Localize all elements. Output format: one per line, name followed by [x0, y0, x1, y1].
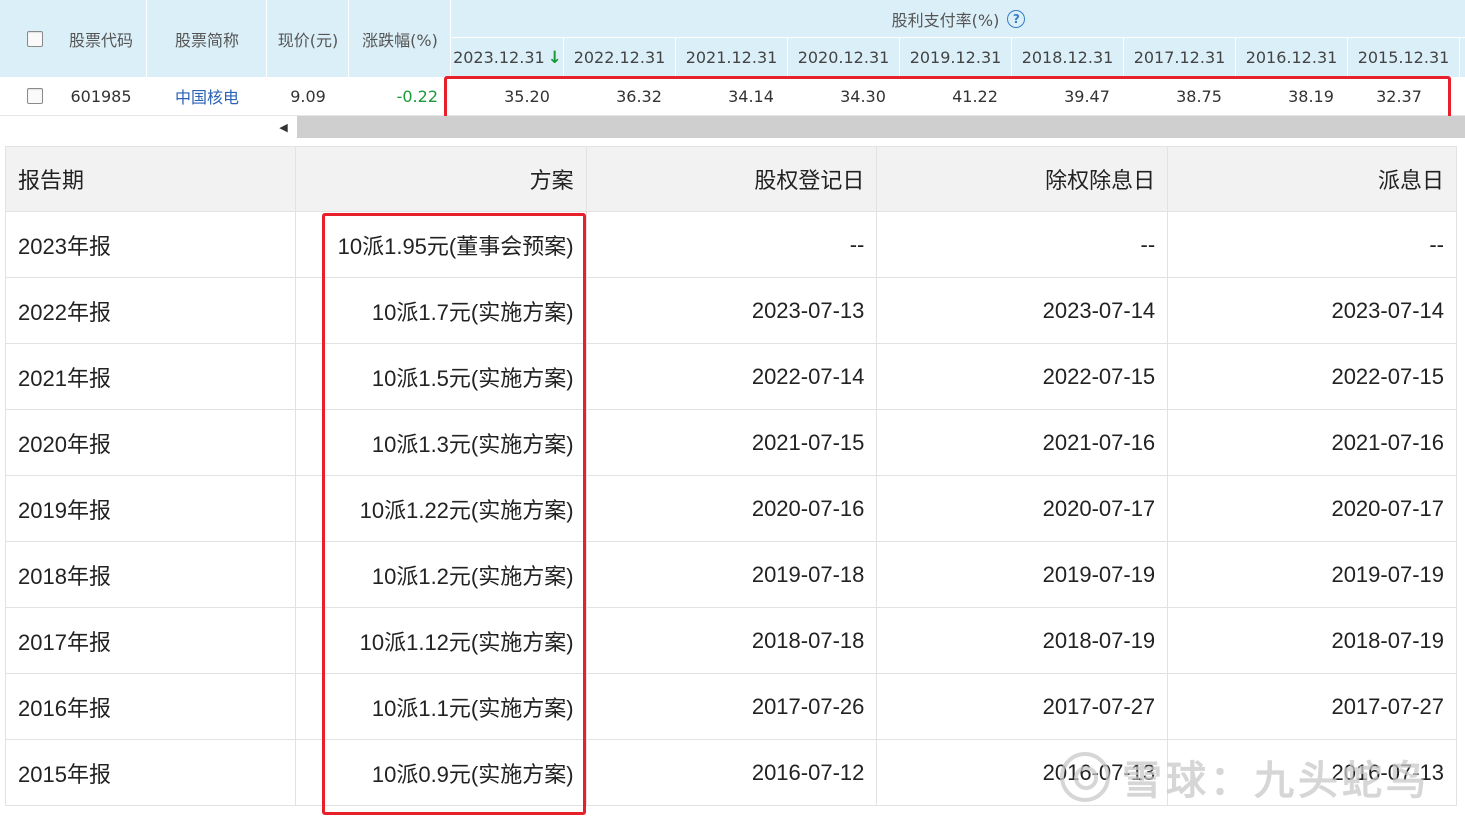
- table-row: 2019年报 10派1.22元(实施方案) 2020-07-16 2020-07…: [5, 475, 1457, 542]
- report-period: 2015年报: [5, 739, 296, 806]
- payout-2015: 32.37: [1376, 86, 1422, 106]
- dividend-plan: 10派1.12元(实施方案): [294, 607, 587, 674]
- record-date: 2018-07-18: [585, 607, 878, 674]
- dividend-plan: 10派1.1元(实施方案): [294, 673, 587, 740]
- table-row: 2020年报 10派1.3元(实施方案) 2021-07-15 2021-07-…: [5, 409, 1457, 476]
- header-report-period: 报告期: [5, 146, 296, 212]
- header-year-2017[interactable]: 2017.12.31: [1124, 38, 1235, 77]
- ex-date: 2022-07-15: [876, 343, 1169, 410]
- stock-code: 601985: [70, 86, 132, 106]
- record-date: 2021-07-15: [585, 409, 878, 476]
- dividend-plan: 10派1.5元(实施方案): [294, 343, 587, 410]
- report-period: 2019年报: [5, 475, 296, 542]
- header-year-2023[interactable]: 2023.12.31 ↓: [452, 38, 563, 77]
- pay-date: 2022-07-15: [1167, 343, 1457, 410]
- sort-desc-icon: ↓: [547, 47, 562, 68]
- table-row: 2015年报 10派0.9元(实施方案) 2016-07-12 2016-07-…: [5, 739, 1457, 806]
- header-year-2019[interactable]: 2019.12.31: [900, 38, 1011, 77]
- header-payout-group: 股利支付率(%) ?: [452, 0, 1465, 37]
- header-year-2021[interactable]: 2021.12.31: [676, 38, 787, 77]
- dividend-plan: 10派1.2元(实施方案): [294, 541, 587, 608]
- ex-date: 2016-07-13: [876, 739, 1169, 806]
- dividend-plan: 10派1.7元(实施方案): [294, 277, 587, 344]
- dividend-plan: 10派1.3元(实施方案): [294, 409, 587, 476]
- table-row: 2021年报 10派1.5元(实施方案) 2022-07-14 2022-07-…: [5, 343, 1457, 410]
- pay-date: 2019-07-19: [1167, 541, 1457, 608]
- year-label: 2023.12.31: [453, 48, 545, 67]
- record-date: 2016-07-12: [585, 739, 878, 806]
- report-period: 2016年报: [5, 673, 296, 740]
- pay-date: 2016-07-13: [1167, 739, 1457, 806]
- header-ex-date: 除权除息日: [876, 146, 1169, 212]
- scroll-left-icon[interactable]: ◀: [270, 116, 297, 138]
- header-pay-date: 派息日: [1167, 146, 1457, 212]
- report-period: 2017年报: [5, 607, 296, 674]
- report-period: 2020年报: [5, 409, 296, 476]
- header-price[interactable]: 现价(元): [268, 0, 348, 77]
- header-year-2020[interactable]: 2020.12.31: [788, 38, 899, 77]
- horizontal-scrollbar[interactable]: ◀: [270, 116, 1465, 138]
- report-period: 2023年报: [5, 211, 296, 278]
- record-date: 2020-07-16: [585, 475, 878, 542]
- table-row: 2017年报 10派1.12元(实施方案) 2018-07-18 2018-07…: [5, 607, 1457, 674]
- record-date: --: [585, 211, 878, 278]
- header-year-2018[interactable]: 2018.12.31: [1012, 38, 1123, 77]
- record-date: 2022-07-14: [585, 343, 878, 410]
- pay-date: 2021-07-16: [1167, 409, 1457, 476]
- table-row: 2023年报 10派1.95元(董事会预案) -- -- --: [5, 211, 1457, 278]
- table-row: 2018年报 10派1.2元(实施方案) 2019-07-18 2019-07-…: [5, 541, 1457, 608]
- header-plan: 方案: [294, 146, 587, 212]
- row-checkbox[interactable]: [27, 88, 43, 104]
- header-year-2015[interactable]: 2015.12.31: [1348, 38, 1459, 77]
- report-period: 2022年报: [5, 277, 296, 344]
- ex-date: 2019-07-19: [876, 541, 1169, 608]
- help-icon[interactable]: ?: [1007, 9, 1026, 28]
- dividend-plan: 10派1.95元(董事会预案): [294, 211, 587, 278]
- dividend-plan: 10派1.22元(实施方案): [294, 475, 587, 542]
- header-year-2022[interactable]: 2022.12.31: [564, 38, 675, 77]
- header-stock-name[interactable]: 股票简称: [148, 0, 266, 77]
- stock-name-link[interactable]: 中国核电: [148, 77, 266, 115]
- table-row: 2022年报 10派1.7元(实施方案) 2023-07-13 2023-07-…: [5, 277, 1457, 344]
- header-stock-code[interactable]: 股票代码: [56, 0, 146, 77]
- pay-date: 2017-07-27: [1167, 673, 1457, 740]
- ex-date: 2017-07-27: [876, 673, 1169, 740]
- screener-table: 股票代码 股票简称 现价(元) 涨跌幅(%) 股利支付率(%) ? 2023.1…: [0, 0, 1465, 140]
- dividend-header-row: 报告期 方案 股权登记日 除权除息日 派息日: [5, 146, 1457, 212]
- screener-header: 股票代码 股票简称 现价(元) 涨跌幅(%) 股利支付率(%) ? 2023.1…: [0, 0, 1465, 77]
- dividend-plan: 10派0.9元(实施方案): [294, 739, 587, 806]
- header-year-2016[interactable]: 2016.12.31: [1236, 38, 1347, 77]
- select-all-checkbox[interactable]: [27, 30, 43, 47]
- table-row[interactable]: 601985 中国核电 9.09 -0.22 35.20 36.32 34.14…: [0, 77, 1465, 116]
- pay-date: 2020-07-17: [1167, 475, 1457, 542]
- payout-group-label: 股利支付率(%): [891, 10, 1000, 30]
- header-change-pct[interactable]: 涨跌幅(%): [350, 0, 450, 77]
- change-pct: -0.22: [396, 86, 438, 106]
- header-record-date: 股权登记日: [585, 146, 878, 212]
- pay-date: --: [1167, 211, 1457, 278]
- report-period: 2018年报: [5, 541, 296, 608]
- table-row: 2016年报 10派1.1元(实施方案) 2017-07-26 2017-07-…: [5, 673, 1457, 740]
- record-date: 2017-07-26: [585, 673, 878, 740]
- ex-date: 2023-07-14: [876, 277, 1169, 344]
- record-date: 2023-07-13: [585, 277, 878, 344]
- dividend-table: 报告期 方案 股权登记日 除权除息日 派息日 2023年报 10派1.95元(董…: [5, 146, 1457, 806]
- ex-date: --: [876, 211, 1169, 278]
- ex-date: 2021-07-16: [876, 409, 1169, 476]
- ex-date: 2018-07-19: [876, 607, 1169, 674]
- record-date: 2019-07-18: [585, 541, 878, 608]
- pay-date: 2018-07-19: [1167, 607, 1457, 674]
- current-price: 9.09: [290, 86, 326, 106]
- report-period: 2021年报: [5, 343, 296, 410]
- pay-date: 2023-07-14: [1167, 277, 1457, 344]
- ex-date: 2020-07-17: [876, 475, 1169, 542]
